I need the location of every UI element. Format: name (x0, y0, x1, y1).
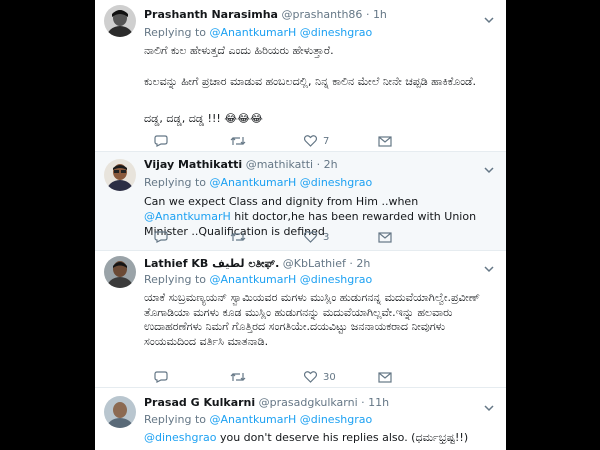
avatar[interactable] (104, 396, 136, 428)
like-count: 7 (323, 135, 330, 147)
mention-link[interactable]: @AnantkumarH (210, 273, 297, 286)
user-handle[interactable]: @prashanth86 (281, 8, 362, 21)
reply-icon (154, 231, 168, 243)
separator-dot: · (365, 8, 370, 21)
tweet-header: Vijay Mathikatti @mathikatti · 2h (144, 158, 338, 172)
avatar[interactable] (104, 159, 136, 191)
user-handle[interactable]: @mathikatti (246, 158, 313, 171)
like-count: 30 (323, 371, 336, 383)
chevron-down-icon[interactable] (484, 160, 494, 174)
tweet-text: ನಾಲಿಗೆ ಕುಲ ಹೇಳುತ್ತದೆ ಎಂದು ಹಿರಿಯರು ಹೇಳುತ್… (144, 44, 334, 57)
reply-icon (154, 135, 168, 147)
reply-button[interactable] (154, 230, 174, 244)
mention-link[interactable]: @AnantkumarH (144, 210, 231, 223)
heart-icon (304, 231, 317, 243)
tweet[interactable]: Lathief KB ﻟﻄﻴﻒ ಲತೀಫ್. @KbLathief · 2h R… (95, 251, 506, 388)
tweet-actions: 30 (144, 370, 404, 384)
replying-to: Replying to @AnantkumarH @dineshgrao (144, 413, 373, 426)
heart-icon (304, 135, 317, 147)
reply-icon (154, 371, 168, 383)
display-name[interactable]: Prasad G Kulkarni (144, 396, 255, 409)
mention-link[interactable]: @AnantkumarH (210, 26, 297, 39)
like-button[interactable]: 7 (304, 134, 329, 148)
tweet-text: ಕುಲವನ್ನು ಹೀಗೆ ಪ್ರಚಾರ ಮಾಡುವ ಹಂಬಲದಲ್ಲಿ, ನಿ… (144, 75, 477, 88)
reply-button[interactable] (154, 370, 174, 384)
mention-link[interactable]: @dineshgrao (300, 413, 372, 426)
avatar[interactable] (104, 5, 136, 37)
chevron-down-icon[interactable] (484, 259, 494, 273)
like-count: 3 (323, 231, 330, 243)
tweet[interactable]: Vijay Mathikatti @mathikatti · 2h Replyi… (95, 152, 506, 251)
tweet-actions: 7 (144, 134, 404, 148)
mention-link[interactable]: @dineshgrao (300, 26, 372, 39)
retweet-button[interactable] (230, 134, 252, 148)
direct-message-button[interactable] (378, 230, 392, 244)
chevron-down-icon[interactable] (484, 10, 494, 24)
display-name[interactable]: Prashanth Narasimha (144, 8, 278, 21)
retweet-icon (230, 371, 246, 383)
timestamp[interactable]: 2h (324, 158, 338, 171)
tweet-header: Prasad G Kulkarni @prasadgkulkarni · 11h (144, 396, 389, 410)
separator-dot: · (349, 257, 353, 270)
mention-link[interactable]: @dineshgrao (300, 273, 372, 286)
mention-link[interactable]: @AnantkumarH (210, 176, 297, 189)
replying-to: Replying to @AnantkumarH @dineshgrao (144, 176, 373, 189)
direct-message-button[interactable] (378, 134, 392, 148)
envelope-icon (378, 135, 392, 147)
timestamp[interactable]: 11h (368, 396, 389, 409)
mention-link[interactable]: @dineshgrao (144, 431, 216, 444)
like-button[interactable]: 30 (304, 370, 336, 384)
retweet-icon (230, 231, 246, 243)
heart-icon (304, 371, 317, 383)
tweet-actions: 3 (144, 230, 404, 244)
chevron-down-icon[interactable] (484, 398, 494, 412)
tweet-text: @dineshgrao you don't deserve his replie… (144, 431, 469, 444)
display-name[interactable]: Vijay Mathikatti (144, 158, 242, 171)
tweet-reply-feed: Prashanth Narasimha @prashanth86 · 1h Re… (95, 0, 506, 450)
mention-link[interactable]: @AnantkumarH (210, 413, 297, 426)
separator-dot: · (316, 158, 321, 171)
like-button[interactable]: 3 (304, 230, 329, 244)
user-handle[interactable]: @prasadgkulkarni (259, 396, 358, 409)
replying-to: Replying to @AnantkumarH @dineshgrao (144, 26, 373, 39)
tweet-header: Prashanth Narasimha @prashanth86 · 1h (144, 8, 387, 22)
envelope-icon (378, 231, 392, 243)
tweet-text: ದಡ್ಡ, ದಡ್ಡ, ದಡ್ಡ !!! 😂😂😂 (144, 112, 263, 125)
retweet-button[interactable] (230, 370, 252, 384)
timestamp[interactable]: 1h (373, 8, 387, 21)
timestamp[interactable]: 2h (356, 257, 370, 270)
replying-to: Replying to @AnantkumarH @dineshgrao (144, 273, 373, 286)
envelope-icon (378, 371, 392, 383)
retweet-button[interactable] (230, 230, 252, 244)
display-name[interactable]: Lathief KB ﻟﻄﻴﻒ ಲತೀಫ್. (144, 257, 279, 270)
tweet[interactable]: Prasad G Kulkarni @prasadgkulkarni · 11h… (95, 388, 506, 450)
avatar[interactable] (104, 256, 136, 288)
reply-button[interactable] (154, 134, 174, 148)
mention-link[interactable]: @dineshgrao (300, 176, 372, 189)
direct-message-button[interactable] (378, 370, 392, 384)
retweet-icon (230, 135, 246, 147)
tweet[interactable]: Prashanth Narasimha @prashanth86 · 1h Re… (95, 0, 506, 152)
user-handle[interactable]: @KbLathief (283, 257, 346, 270)
tweet-text: ಯಾಕೆ ಸುಬ್ರಮಣ್ಯಯನ್ ಸ್ವಾಮಿಯವರ ಮಗಳು ಮುಸ್ಲಿಂ… (144, 291, 480, 348)
separator-dot: · (361, 396, 365, 409)
tweet-header: Lathief KB ﻟﻄﻴﻒ ಲತೀಫ್. @KbLathief · 2h (144, 257, 370, 271)
